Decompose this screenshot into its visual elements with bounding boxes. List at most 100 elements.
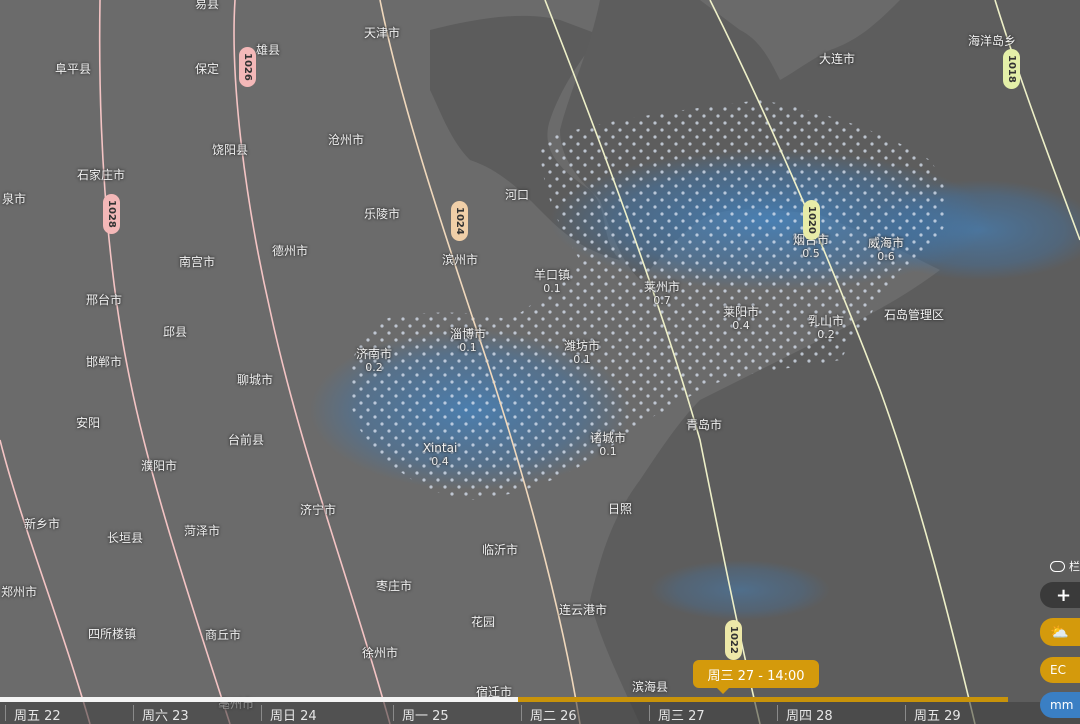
city-label: 淄博市 0.1 <box>450 327 486 355</box>
city-label: 阜平县 <box>55 62 91 76</box>
model-ec-button[interactable]: EC <box>1040 657 1080 683</box>
precip-value: 0.1 <box>543 282 561 295</box>
city-label: 济南市 0.2 <box>356 347 392 375</box>
city-label: 河口 <box>505 188 529 202</box>
city-label: 菏泽市 <box>184 524 220 538</box>
city-name: Xintai <box>422 441 458 455</box>
city-name: 海洋岛乡 <box>967 34 1017 48</box>
toggle-label: 栏 <box>1069 560 1080 573</box>
city-label: 莱州市 0.7 <box>644 280 680 308</box>
city-name: 台前县 <box>227 433 265 447</box>
cloud-sun-icon: ⛅ <box>1050 623 1069 641</box>
city-label: 德州市 <box>272 244 308 258</box>
city-label: 枣庄市 <box>376 579 412 593</box>
weather-icon-button[interactable]: ⛅ <box>1040 618 1080 646</box>
city-name: 天津市 <box>363 26 401 40</box>
city-name: 临沂市 <box>481 543 519 557</box>
layer-toggle[interactable]: 栏 <box>1040 553 1080 579</box>
city-name: 饶阳县 <box>211 143 249 157</box>
city-name: 日照 <box>607 502 633 516</box>
city-name: 石岛管理区 <box>883 308 945 322</box>
city-label: 海洋岛乡 <box>968 34 1016 48</box>
city-name: 济宁市 <box>299 503 337 517</box>
city-name: 青岛市 <box>685 418 723 432</box>
map-canvas <box>0 0 1080 724</box>
isobar-label: 1020 <box>803 200 820 240</box>
city-label: 大连市 <box>819 52 855 66</box>
city-name: 羊口镇 <box>533 268 571 282</box>
city-label: 潍坊市 0.1 <box>564 339 600 367</box>
city-label: 乐陵市 <box>364 207 400 221</box>
city-name: 诸城市 <box>589 431 627 445</box>
city-label: 雄县 <box>256 43 280 57</box>
city-name: 菏泽市 <box>183 524 221 538</box>
city-name: 郑州市 <box>0 585 38 599</box>
precip-value: 0.5 <box>802 247 820 260</box>
city-label: 饶阳县 <box>212 143 248 157</box>
precip-value: 0.2 <box>817 328 835 341</box>
precip-value: 0.2 <box>365 361 383 374</box>
timeline-day[interactable]: 周六 23 <box>133 705 189 724</box>
isobar-label: 1026 <box>239 47 256 87</box>
city-name: 保定 <box>194 62 220 76</box>
city-name: 南宫市 <box>178 255 216 269</box>
city-label: 日照 <box>608 502 632 516</box>
city-name: 济南市 <box>355 347 393 361</box>
timeline-day[interactable]: 周四 28 <box>777 705 833 724</box>
city-label: 保定 <box>195 62 219 76</box>
city-label: 泉市 <box>2 192 26 206</box>
precip-value: 0.4 <box>732 319 750 332</box>
city-label: 聊城市 <box>237 373 273 387</box>
unit-mm-button[interactable]: mm <box>1040 692 1080 718</box>
toggle-icon <box>1050 560 1065 572</box>
timeline-day[interactable]: 周二 26 <box>521 705 577 724</box>
city-label: 石家庄市 <box>77 168 125 182</box>
current-time-indicator[interactable]: 周三 27 - 14:00 <box>693 660 819 694</box>
timeline-bar[interactable]: 周五 22 周六 23 周日 24 周一 25 周二 26 周三 27 周四 28 周五 29 <box>0 694 1080 724</box>
isobar-label: 1028 <box>103 194 120 234</box>
city-label: 濮阳市 <box>141 459 177 473</box>
city-name: 濮阳市 <box>140 459 178 473</box>
timeline-day[interactable]: 周三 27 <box>649 705 705 724</box>
city-label: 连云港市 <box>559 603 607 617</box>
isobar-label: 1024 <box>451 201 468 241</box>
weather-map[interactable]: 易县 天津市 雄县 阜平县 保定 大连市 海洋岛乡 沧州市 饶阳县 石家庄市 泉市 河口 乐陵市 德州市南… <box>0 0 1080 724</box>
precip-area <box>650 560 830 620</box>
city-label: 莱阳市 0.4 <box>723 305 759 333</box>
city-label: 花园 <box>471 615 495 629</box>
city-name: 新乡市 <box>23 517 61 531</box>
timeline-day[interactable]: 周日 24 <box>261 705 317 724</box>
city-name: 长垣县 <box>106 531 144 545</box>
city-name: 乳山市 <box>807 314 845 328</box>
city-name: 沧州市 <box>327 133 365 147</box>
city-name: 商丘市 <box>204 628 242 642</box>
city-name: 淄博市 <box>449 327 487 341</box>
city-name: 阜平县 <box>54 62 92 76</box>
city-label: 安阳 <box>76 416 100 430</box>
city-name: 安阳 <box>75 416 101 430</box>
timeline-days: 周五 22 周六 23 周日 24 周一 25 周二 26 周三 27 周四 28 周五 29 <box>0 702 1080 724</box>
city-label: 新乡市 <box>24 517 60 531</box>
zoom-in-button[interactable]: + <box>1040 582 1080 608</box>
precip-value: 0.1 <box>459 341 477 354</box>
city-name: 潍坊市 <box>563 339 601 353</box>
city-name: 泉市 <box>1 192 27 206</box>
city-label: 滨海县 <box>632 680 668 694</box>
city-name: 邯郸市 <box>85 355 123 369</box>
city-name: 大连市 <box>818 52 856 66</box>
city-label: 诸城市 0.1 <box>590 431 626 459</box>
timeline-day[interactable]: 周五 22 <box>5 705 61 724</box>
timeline-day[interactable]: 周五 29 <box>905 705 961 724</box>
city-name: 聊城市 <box>236 373 274 387</box>
isobar-label: 1022 <box>725 620 742 660</box>
city-label: 四所楼镇 <box>88 627 136 641</box>
city-label: 邱县 <box>163 325 187 339</box>
city-name: 乐陵市 <box>363 207 401 221</box>
city-label: 天津市 <box>364 26 400 40</box>
precip-value: 0.7 <box>653 294 671 307</box>
city-name: 四所楼镇 <box>87 627 137 641</box>
isobar-label: 1018 <box>1003 49 1020 89</box>
precip-value: 0.1 <box>599 445 617 458</box>
precip-value: 0.4 <box>431 455 449 468</box>
timeline-day[interactable]: 周一 25 <box>393 705 449 724</box>
